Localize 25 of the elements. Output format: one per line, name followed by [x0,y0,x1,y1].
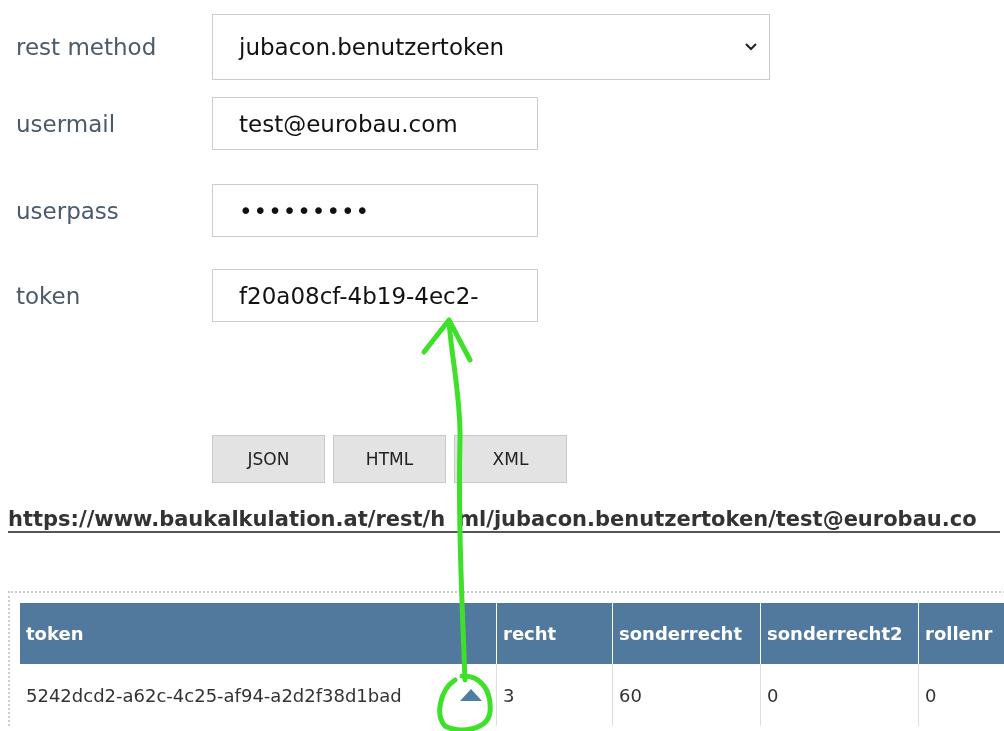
field-label: token [15,282,82,309]
url-link[interactable]: https://www.baukalkulation.at/rest/h [8,507,446,531]
password-field[interactable]: ••••••••• [212,184,538,237]
table-cell: 5242dcd2-a62c-4c25-af94-a2d2f38d1bad [26,684,402,706]
field-label: usermail [15,110,117,137]
table-cell: 60 [612,664,761,726]
column-header: token [20,603,497,664]
field-label: userpass [15,197,120,224]
url-link[interactable]: ml/jubacon.benutzertoken/test@eurobau.co [457,507,977,531]
format-button[interactable]: XML [454,435,567,483]
field-label: rest method [15,34,158,60]
method-select[interactable]: jubacon.benutzertoken [212,14,770,80]
table-cell: 0 [918,664,1004,726]
column-header: sonderrecht [612,603,761,664]
table-cell: 3 [496,664,613,726]
input-field[interactable]: test@eurobau.com [212,97,538,150]
column-header: sonderrecht2 [760,603,919,664]
column-header: recht [496,603,613,664]
format-button[interactable]: JSON [212,435,325,483]
chevron-down-icon [745,43,757,51]
sort-up-icon[interactable] [460,689,482,701]
column-header: rollenr [918,603,1004,664]
table-cell: 0 [760,664,919,726]
format-button[interactable]: HTML [333,435,446,483]
input-field[interactable]: f20a08cf-4b19-4ec2- [212,269,538,322]
